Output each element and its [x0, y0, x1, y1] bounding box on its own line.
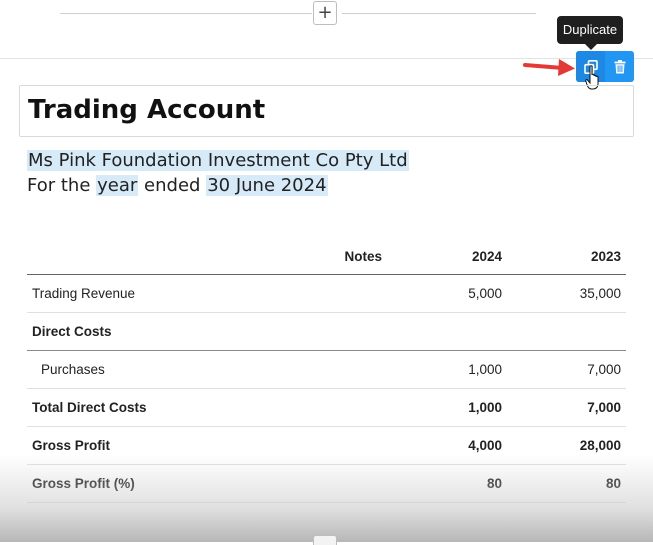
row-value-2024: 5,000 [468, 286, 502, 301]
table-row: Trading Revenue 5,000 35,000 [27, 275, 626, 313]
delete-button[interactable] [605, 51, 634, 82]
row-label: Trading Revenue [32, 286, 136, 301]
trading-account-table: Notes 2024 2023 Trading Revenue 5,000 35… [27, 240, 626, 503]
insert-block-button-bottom[interactable] [313, 535, 337, 545]
insert-block-button[interactable]: + [313, 1, 337, 25]
table-row: Total Direct Costs 1,000 7,000 [27, 389, 626, 427]
table-header: Notes 2024 2023 [27, 240, 626, 275]
table-row: Purchases 1,000 7,000 [27, 351, 626, 389]
insert-block-divider: + [0, 0, 653, 28]
row-label: Gross Profit (%) [32, 476, 135, 491]
divider-line-right [342, 13, 536, 14]
table-row: Gross Profit (%) 80 80 [27, 465, 626, 503]
row-value-2023: 7,000 [587, 400, 621, 415]
row-value-2024: 80 [486, 476, 502, 491]
row-value-2023: 80 [605, 476, 621, 491]
divider-line-left [60, 13, 312, 14]
row-label: Gross Profit [32, 438, 111, 453]
company-name-field[interactable]: Ms Pink Foundation Investment Co Pty Ltd [27, 150, 409, 171]
header-year-2024: 2024 [471, 249, 502, 264]
tooltip-arrow [585, 44, 597, 50]
row-label: Total Direct Costs [32, 400, 147, 415]
table-row: Gross Profit 4,000 28,000 [27, 427, 626, 465]
red-arrow-annotation [523, 59, 575, 76]
period-end-date-field[interactable]: 30 June 2024 [206, 175, 328, 196]
table-row: Direct Costs [27, 313, 626, 351]
page-title: Trading Account [28, 95, 266, 125]
subtitle-line-1: Ms Pink Foundation Investment Co Pty Ltd [27, 150, 409, 171]
row-value-2023: 28,000 [579, 438, 621, 453]
subtitle-mid: ended [144, 175, 201, 196]
header-year-2023: 2023 [590, 249, 621, 264]
row-value-2023: 7,000 [587, 362, 621, 377]
row-label: Purchases [41, 362, 105, 377]
row-value-2023: 35,000 [579, 286, 621, 301]
row-value-2024: 1,000 [468, 362, 502, 377]
duplicate-tooltip: Duplicate [557, 16, 623, 44]
period-type-field[interactable]: year [96, 175, 139, 196]
title-block[interactable]: Trading Account [19, 85, 634, 137]
subtitle-line-2: For the year ended 30 June 2024 [27, 175, 328, 196]
trash-icon [614, 59, 625, 73]
header-notes: Notes [344, 249, 382, 264]
row-label: Direct Costs [32, 324, 112, 339]
row-value-2024: 1,000 [468, 400, 502, 415]
row-value-2024: 4,000 [468, 438, 502, 453]
subtitle-prefix: For the [27, 175, 91, 196]
